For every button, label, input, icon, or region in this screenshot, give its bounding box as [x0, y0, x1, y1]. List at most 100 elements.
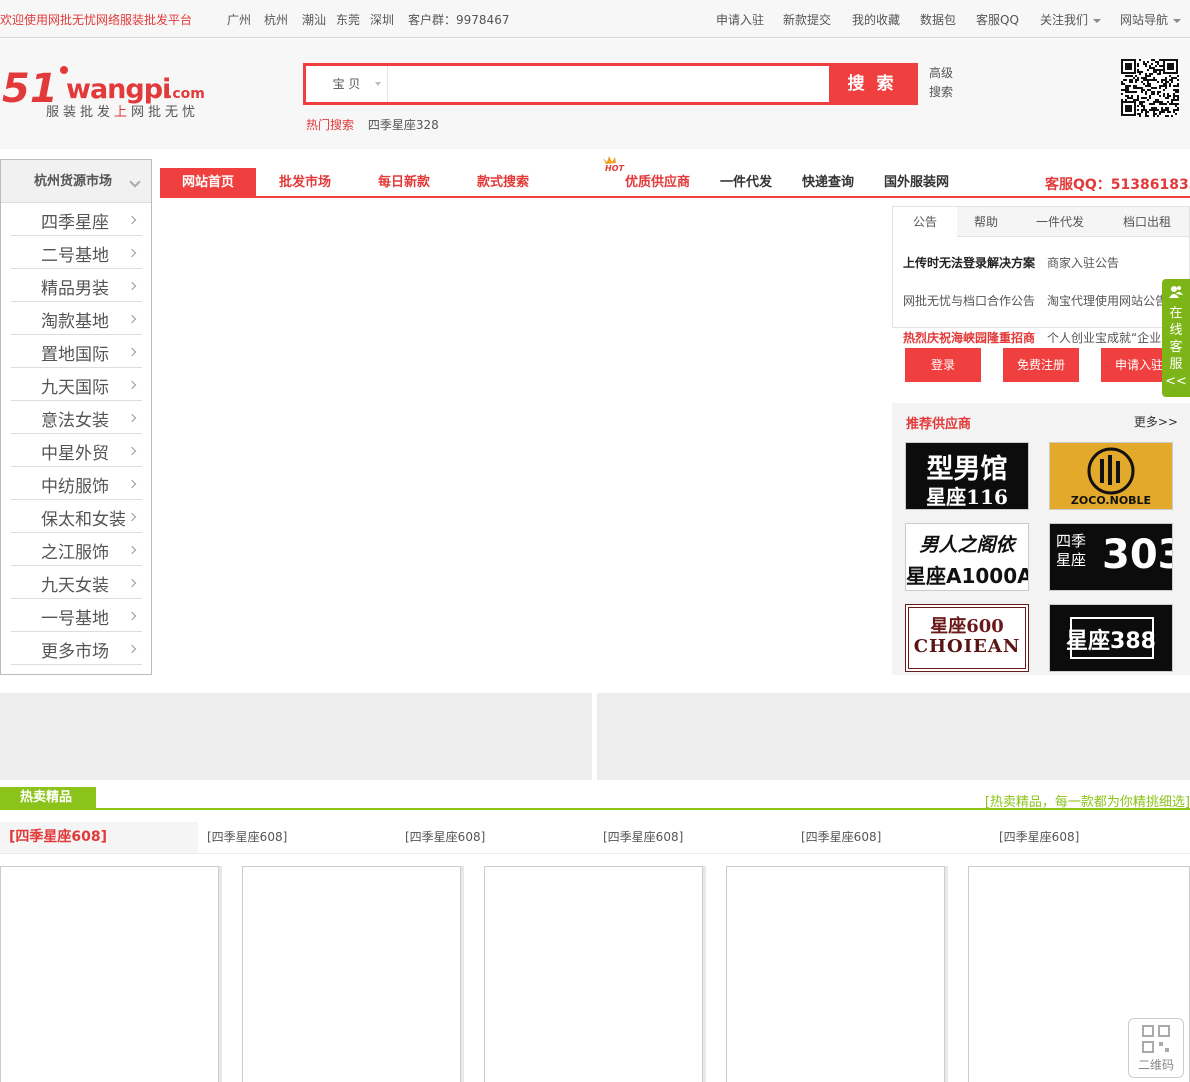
supplier-card[interactable]: 星座600 CHOIEAN — [905, 604, 1029, 672]
hot-search-term[interactable]: 四季星座328 — [368, 118, 439, 132]
chevron-right-icon — [127, 248, 137, 258]
follow-us-label: 关注我们 — [1040, 13, 1089, 27]
chevron-down-icon — [1093, 18, 1102, 23]
tab-help[interactable]: 帮助 — [957, 207, 1015, 237]
filter-tag[interactable]: [四季星座608] — [603, 822, 683, 853]
sidebar-item-label: 之江服饰 — [41, 543, 109, 563]
sidebar-item-zhongxingwaimao[interactable]: 中星外贸 — [11, 434, 142, 467]
tab-stall-rental[interactable]: 档口出租 — [1105, 207, 1189, 237]
supplier-stall: 星座116 — [926, 485, 1008, 509]
customer-group-label: 客户群： — [408, 13, 457, 27]
chevron-right-icon — [127, 347, 137, 357]
chevron-right-icon — [127, 215, 137, 225]
supplier-card[interactable]: 男人之阁依 星座A1000A — [905, 523, 1029, 591]
supplier-card[interactable]: 星座388 — [1049, 604, 1173, 672]
submit-new-link[interactable]: 新款提交 — [783, 11, 831, 28]
sidebar-item-sijixingzuo[interactable]: 四季星座 — [11, 203, 142, 236]
product-card[interactable] — [242, 866, 461, 1082]
chevron-right-icon — [127, 314, 137, 324]
notice-startup[interactable]: 个人创业宝成就“企业 — [1047, 329, 1167, 346]
product-filter-tags: [四季星座608] [四季星座608] [四季星座608] [四季星座608] … — [0, 822, 1190, 854]
nav-style-search[interactable]: 款式搜索 — [477, 168, 529, 196]
chevron-down-icon — [375, 82, 381, 86]
sidebar-item-taokuanjidi[interactable]: 淘款基地 — [11, 302, 142, 335]
notice-stall-cooperation[interactable]: 网批无忧与档口合作公告 — [903, 292, 1035, 309]
online-service-tab[interactable]: 在 线 客 服 << — [1162, 279, 1190, 397]
sidebar-item-label: 九天国际 — [41, 378, 109, 398]
sidebar-item-baotaihe[interactable]: 保太和女装 — [11, 500, 142, 533]
tab-dropship[interactable]: 一件代发 — [1015, 207, 1105, 237]
supplier-name: 星座388 — [1066, 629, 1156, 654]
hot-products-tab[interactable]: 热卖精品 — [0, 787, 96, 810]
product-card[interactable] — [484, 866, 703, 1082]
promo-banner-left[interactable] — [0, 693, 592, 780]
search-button[interactable]: 搜 索 — [829, 63, 915, 105]
supplier-card[interactable]: ZOCO.NOBLE — [1049, 442, 1173, 510]
search-input[interactable] — [389, 66, 829, 102]
nav-dropship[interactable]: 一件代发 — [720, 168, 772, 196]
sidebar-item-yifanvzhuang[interactable]: 意法女装 — [11, 401, 142, 434]
city-hangzhou[interactable]: 杭州 — [264, 11, 288, 28]
notice-celebration[interactable]: 热烈庆祝海峡园隆重招商 — [903, 329, 1035, 346]
filter-tag[interactable]: [四季星座608] — [999, 822, 1079, 853]
data-package-link[interactable]: 数据包 — [920, 11, 956, 28]
service-qq-number[interactable]: 客服QQ：513861833 — [1045, 174, 1190, 194]
hot-search: 热门搜索 四季星座328 — [306, 116, 439, 133]
site-nav-menu[interactable]: 网站导航 — [1120, 11, 1182, 28]
apply-join-link[interactable]: 申请入驻 — [716, 11, 764, 28]
qr-code-button[interactable]: 二维码 — [1128, 1018, 1184, 1078]
site-logo[interactable]: 51 wangpi .com 服装批发上网批无忧 — [0, 58, 205, 124]
product-card[interactable] — [726, 866, 945, 1082]
filter-tag[interactable]: [四季星座608] — [0, 822, 198, 853]
notice-login-fix[interactable]: 上传时无法登录解决方案 — [903, 254, 1035, 271]
sidebar-item-erhaojidi[interactable]: 二号基地 — [11, 236, 142, 269]
sidebar-item-zhijiangfushi[interactable]: 之江服饰 — [11, 533, 142, 566]
supplier-card[interactable]: 型男馆 星座116 — [905, 442, 1029, 510]
chevron-right-icon — [127, 446, 137, 456]
sidebar-item-jingpinnanzhuang[interactable]: 精品男装 — [11, 269, 142, 302]
supplier-name: ZOCO.NOBLE — [1070, 494, 1152, 507]
sidebar-item-zhidiguoji[interactable]: 置地国际 — [11, 335, 142, 368]
nav-quality-suppliers[interactable]: 优质供应商 — [625, 168, 690, 196]
my-favorites-link[interactable]: 我的收藏 — [852, 11, 900, 28]
supplier-card[interactable]: 四季星座 303 — [1049, 523, 1173, 591]
nav-daily-new[interactable]: 每日新款 — [378, 168, 430, 196]
promo-banner-right[interactable] — [597, 693, 1190, 780]
search-type-select[interactable]: 宝 贝 — [306, 66, 388, 102]
sidebar-title: 杭州货源市场 — [34, 174, 113, 189]
city-shenzhen[interactable]: 深圳 — [370, 11, 394, 28]
collapse-icon[interactable]: << — [1162, 373, 1190, 390]
tab-announcement[interactable]: 公告 — [893, 207, 957, 238]
top-bar: 欢迎使用网批无忧网络服装批发平台 广州 杭州 潮汕 东莞 深圳 客户群：9978… — [0, 0, 1190, 38]
advanced-search-link[interactable]: 高级搜索 — [929, 64, 957, 102]
follow-us-menu[interactable]: 关注我们 — [1040, 11, 1102, 28]
sidebar-header[interactable]: 杭州货源市场 — [1, 160, 151, 203]
notice-merchant-join[interactable]: 商家入驻公告 — [1047, 254, 1119, 271]
nav-express-query[interactable]: 快递查询 — [802, 168, 854, 196]
filter-tag[interactable]: [四季星座608] — [801, 822, 881, 853]
filter-tag[interactable]: [四季星座608] — [207, 822, 287, 853]
nav-wholesale-market[interactable]: 批发市场 — [279, 168, 331, 196]
filter-tag[interactable]: [四季星座608] — [405, 822, 485, 853]
chevron-right-icon — [127, 644, 137, 654]
service-qq-link[interactable]: 客服QQ — [976, 11, 1019, 28]
city-chaoshan[interactable]: 潮汕 — [302, 11, 326, 28]
product-card[interactable] — [0, 866, 219, 1082]
suppliers-more-link[interactable]: 更多>> — [1134, 413, 1178, 430]
sidebar-item-jiutiannvzhuang[interactable]: 九天女装 — [11, 566, 142, 599]
sidebar-item-zhongfangfushi[interactable]: 中纺服饰 — [11, 467, 142, 500]
nav-home[interactable]: 网站首页 — [160, 168, 256, 196]
chevron-down-icon — [129, 176, 141, 188]
sidebar-item-label: 九天女装 — [41, 576, 109, 596]
sidebar-item-more-markets[interactable]: 更多市场 — [11, 632, 142, 665]
register-button[interactable]: 免费注册 — [1003, 348, 1079, 382]
nav-foreign-clothing[interactable]: 国外服装网 — [884, 168, 949, 196]
sidebar-item-jiutianguoji[interactable]: 九天国际 — [11, 368, 142, 401]
notice-tabs: 公告 帮助 一件代发 档口出租 — [893, 207, 1189, 238]
login-button[interactable]: 登录 — [905, 348, 981, 382]
city-guangzhou[interactable]: 广州 — [227, 11, 251, 28]
sidebar-item-yihaojidi[interactable]: 一号基地 — [11, 599, 142, 632]
qr-code-icon — [1142, 1025, 1170, 1053]
chevron-right-icon — [127, 611, 137, 621]
city-dongguan[interactable]: 东莞 — [336, 11, 360, 28]
